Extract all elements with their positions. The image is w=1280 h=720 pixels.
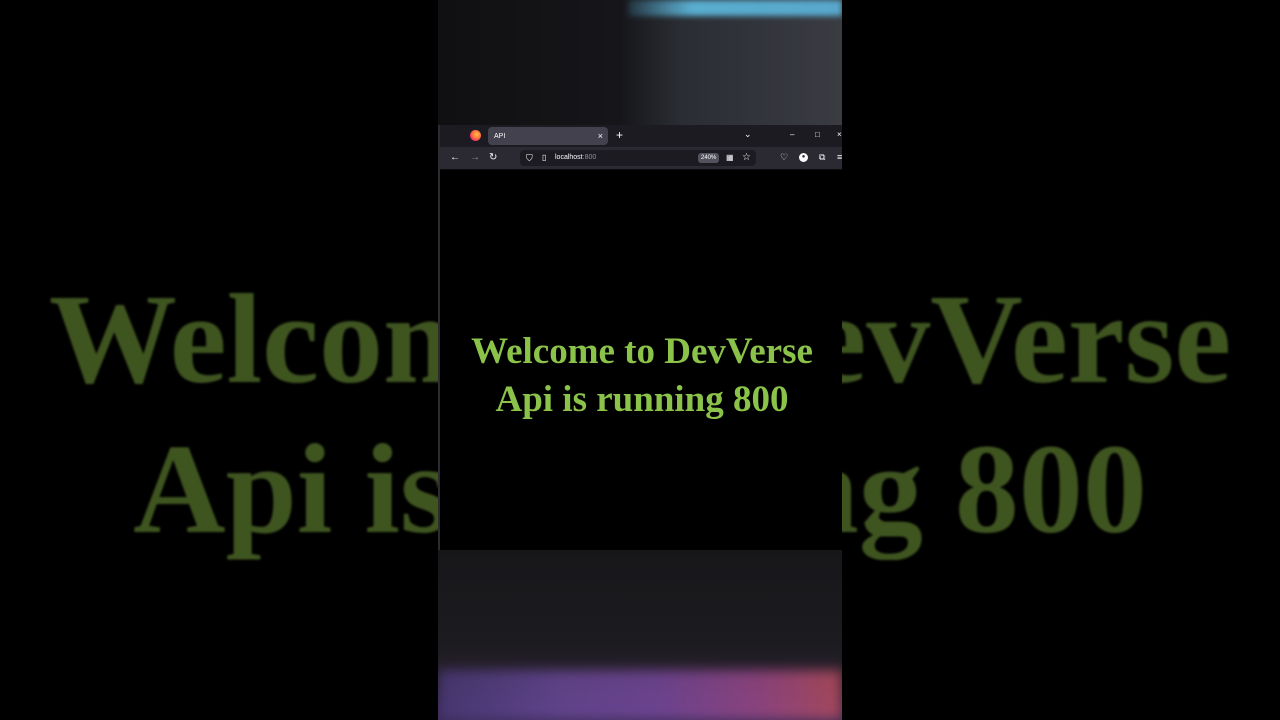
account-icon[interactable]: ● xyxy=(799,153,808,162)
page-content: Welcome to DevVerse Api is running 800 xyxy=(440,170,842,550)
url-host: localhost xyxy=(555,154,583,161)
url-port: :800 xyxy=(582,154,597,161)
extensions-icon[interactable]: ⧉ xyxy=(819,151,825,163)
url-text[interactable]: localhost:800 xyxy=(555,153,596,163)
zoom-level-badge[interactable]: 240% xyxy=(698,153,720,163)
pocket-icon[interactable]: ♡ xyxy=(780,151,788,163)
address-bar[interactable]: ⛉ ▯ localhost:800 240% ▦ ☆ xyxy=(520,150,756,166)
page-icon[interactable]: ▯ xyxy=(542,152,546,164)
bookmark-star-icon[interactable]: ☆ xyxy=(742,151,751,164)
close-window-button[interactable]: × xyxy=(837,129,842,141)
navigation-toolbar: ← → ↻ ⛉ ▯ localhost:800 240% ▦ ☆ ♡ ● ⧉ ≡ xyxy=(440,147,842,170)
forward-button[interactable]: → xyxy=(470,152,480,164)
blurred-bottom-area xyxy=(438,550,842,720)
tab-title: API xyxy=(494,132,506,140)
browser-window: API × + ⌄ – □ × ← → ↻ ⛉ ▯ localhost:800 … xyxy=(438,125,842,550)
hamburger-menu-icon[interactable]: ≡ xyxy=(837,151,842,163)
qr-code-icon[interactable]: ▦ xyxy=(726,152,734,164)
tab-api[interactable]: API × xyxy=(488,127,608,145)
blurred-top-area xyxy=(438,0,842,127)
chevron-down-icon[interactable]: ⌄ xyxy=(744,129,752,140)
close-tab-icon[interactable]: × xyxy=(598,131,603,141)
shield-icon[interactable]: ⛉ xyxy=(526,152,533,164)
back-button[interactable]: ← xyxy=(450,152,460,164)
reload-button[interactable]: ↻ xyxy=(489,152,497,164)
tab-bar: API × + ⌄ – □ × xyxy=(440,125,842,147)
minimize-button[interactable]: – xyxy=(790,129,794,141)
new-tab-button[interactable]: + xyxy=(616,128,623,142)
firefox-logo-icon[interactable] xyxy=(470,130,481,141)
api-status-text: Api is running 800 xyxy=(495,379,789,420)
maximize-button[interactable]: □ xyxy=(815,129,820,141)
page-heading: Welcome to DevVerse xyxy=(471,331,813,372)
